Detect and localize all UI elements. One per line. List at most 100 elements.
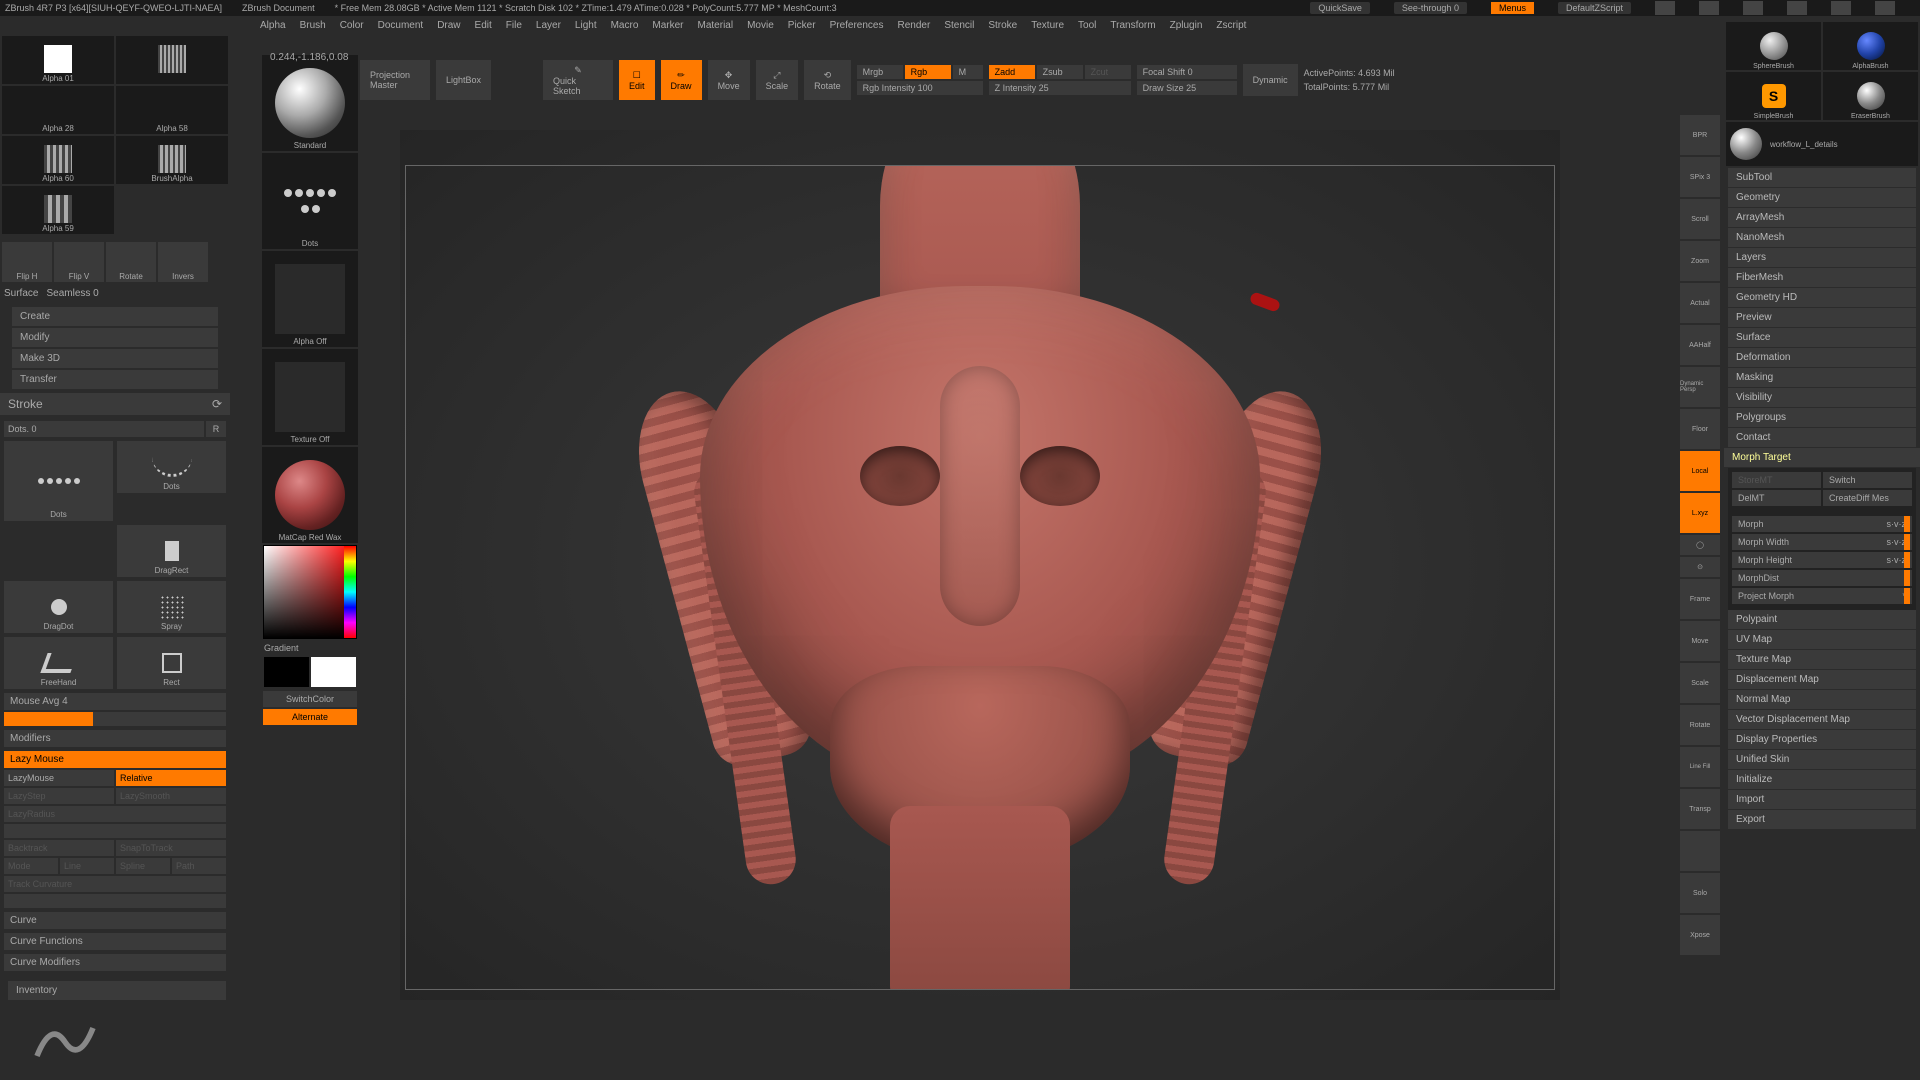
zcut-button[interactable]: Zcut bbox=[1085, 65, 1131, 79]
alpha-swatch[interactable]: Alpha 01 bbox=[2, 36, 114, 84]
menu-item[interactable]: Render bbox=[898, 20, 931, 31]
scroll-button[interactable]: Scroll bbox=[1680, 199, 1720, 239]
zadd-button[interactable]: Zadd bbox=[989, 65, 1035, 79]
window-icon[interactable] bbox=[1699, 1, 1719, 15]
menu-item[interactable]: File bbox=[506, 20, 522, 31]
modify-menu[interactable]: Modify bbox=[12, 328, 218, 347]
spline-button[interactable]: Spline bbox=[116, 858, 170, 874]
panel-item-geometry-hd[interactable]: Geometry HD bbox=[1728, 288, 1916, 307]
actual-button[interactable]: Actual bbox=[1680, 283, 1720, 323]
panel-item-arraymesh[interactable]: ArrayMesh bbox=[1728, 208, 1916, 227]
panel-item-polygroups[interactable]: Polygroups bbox=[1728, 408, 1916, 427]
menu-item[interactable]: Color bbox=[340, 20, 364, 31]
make3d-menu[interactable]: Make 3D bbox=[12, 349, 218, 368]
viewport[interactable] bbox=[405, 165, 1555, 990]
menu-item[interactable]: Zscript bbox=[1216, 20, 1246, 31]
backtrack-button[interactable]: Backtrack bbox=[4, 840, 114, 856]
surface-label[interactable]: Surface bbox=[4, 288, 38, 299]
tool-eraserbrush[interactable]: EraserBrush bbox=[1823, 72, 1918, 120]
line-button[interactable]: Line bbox=[60, 858, 114, 874]
alpha-swatch[interactable]: BrushAlpha bbox=[116, 136, 228, 184]
menu-item[interactable]: Texture bbox=[1031, 20, 1064, 31]
curvefns-section[interactable]: Curve Functions bbox=[4, 933, 226, 950]
morph-slider[interactable]: Morphs·v·z bbox=[1732, 516, 1912, 532]
curve-section[interactable]: Curve bbox=[4, 912, 226, 929]
menu-item[interactable]: Layer bbox=[536, 20, 561, 31]
transp-button[interactable]: Transp bbox=[1680, 789, 1720, 829]
creatediff-button[interactable]: CreateDiff Mes bbox=[1823, 490, 1912, 506]
window-icon[interactable] bbox=[1655, 1, 1675, 15]
stroke-dragrect[interactable]: DragRect bbox=[117, 525, 226, 577]
texture-off[interactable]: Texture Off bbox=[262, 349, 358, 445]
stroke-dots[interactable]: Dots bbox=[4, 441, 113, 521]
lazyradius-slider[interactable]: LazyRadius bbox=[4, 806, 226, 822]
solo-button[interactable]: Solo bbox=[1680, 873, 1720, 913]
panel-item-displacement-map[interactable]: Displacement Map bbox=[1728, 670, 1916, 689]
zoom-button[interactable]: Zoom bbox=[1680, 241, 1720, 281]
alpha-swatch[interactable] bbox=[116, 36, 228, 84]
inverse-button[interactable]: Invers bbox=[158, 242, 208, 282]
seethrough-slider[interactable]: See-through 0 bbox=[1394, 2, 1467, 14]
flip-h-button[interactable]: Flip H bbox=[2, 242, 52, 282]
alpha-swatch[interactable]: Alpha 28 bbox=[2, 86, 114, 134]
aahalf-button[interactable]: AAHalf bbox=[1680, 325, 1720, 365]
default-zscript[interactable]: DefaultZScript bbox=[1558, 2, 1631, 14]
rotate-button[interactable]: ⟲Rotate bbox=[804, 60, 851, 100]
rotate-button[interactable]: Rotate bbox=[1680, 705, 1720, 745]
quicksave-button[interactable]: QuickSave bbox=[1310, 2, 1370, 14]
maximize-icon[interactable] bbox=[1831, 1, 1851, 15]
morphdist-slider[interactable]: MorphDist bbox=[1732, 570, 1912, 586]
color-swatch-white[interactable] bbox=[311, 657, 356, 687]
panel-item-layers[interactable]: Layers bbox=[1728, 248, 1916, 267]
ghost-button[interactable] bbox=[1680, 831, 1720, 871]
minimize-icon[interactable] bbox=[1787, 1, 1807, 15]
delmt-button[interactable]: DelMT bbox=[1732, 490, 1821, 506]
rgb-intensity-slider[interactable]: Rgb Intensity 100 bbox=[857, 81, 983, 95]
draw-size-slider[interactable]: Draw Size 25 bbox=[1137, 81, 1237, 95]
scale-button[interactable]: ⤢Scale bbox=[756, 60, 799, 100]
panel-item-initialize[interactable]: Initialize bbox=[1728, 770, 1916, 789]
scale-button[interactable]: Scale bbox=[1680, 663, 1720, 703]
create-menu[interactable]: Create bbox=[12, 307, 218, 326]
linefill-button[interactable]: Line Fill bbox=[1680, 747, 1720, 787]
frame-button[interactable]: Frame bbox=[1680, 579, 1720, 619]
sculpt-mesh[interactable] bbox=[580, 165, 1380, 986]
panel-item-visibility[interactable]: Visibility bbox=[1728, 388, 1916, 407]
window-icon[interactable] bbox=[1743, 1, 1763, 15]
local-button[interactable]: Local bbox=[1680, 451, 1720, 491]
spix-slider[interactable]: SPix 3 bbox=[1680, 157, 1720, 197]
z-intensity-slider[interactable]: Z Intensity 25 bbox=[989, 81, 1131, 95]
tool-simplebrush[interactable]: SSimpleBrush bbox=[1726, 72, 1821, 120]
panel-item-subtool[interactable]: SubTool bbox=[1728, 168, 1916, 187]
alpha-off[interactable]: Alpha Off bbox=[262, 251, 358, 347]
tool-alphabrush[interactable]: AlphaBrush bbox=[1823, 22, 1918, 70]
menu-item[interactable]: Stencil bbox=[944, 20, 974, 31]
panel-item-uv-map[interactable]: UV Map bbox=[1728, 630, 1916, 649]
lazystep-button[interactable]: LazyStep bbox=[4, 788, 114, 804]
panel-item-contact[interactable]: Contact bbox=[1728, 428, 1916, 447]
move-button[interactable]: ✥Move bbox=[708, 60, 750, 100]
circle-icon[interactable]: ◯ bbox=[1680, 535, 1720, 555]
switchcolor-button[interactable]: SwitchColor bbox=[263, 691, 357, 707]
morphtarget-header[interactable]: Morph Target bbox=[1724, 448, 1920, 467]
panel-item-polypaint[interactable]: Polypaint bbox=[1728, 610, 1916, 629]
stroke-freehand[interactable]: FreeHand bbox=[4, 637, 113, 689]
close-icon[interactable] bbox=[1875, 1, 1895, 15]
menu-item[interactable]: Document bbox=[378, 20, 424, 31]
move-button[interactable]: Move bbox=[1680, 621, 1720, 661]
storemt-button[interactable]: StoreMT bbox=[1732, 472, 1821, 488]
r-button[interactable]: R bbox=[206, 421, 226, 437]
stroke-dots[interactable]: Dots bbox=[117, 441, 226, 493]
gradient-label[interactable]: Gradient bbox=[262, 641, 358, 655]
alternate-button[interactable]: Alternate bbox=[263, 709, 357, 725]
morphwidth-slider[interactable]: Morph Widths·v·z bbox=[1732, 534, 1912, 550]
xyz-button[interactable]: L.xyz bbox=[1680, 493, 1720, 533]
lazysmooth-button[interactable]: LazySmooth bbox=[116, 788, 226, 804]
panel-item-import[interactable]: Import bbox=[1728, 790, 1916, 809]
seamless-slider[interactable]: Seamless 0 bbox=[46, 288, 98, 299]
panel-item-preview[interactable]: Preview bbox=[1728, 308, 1916, 327]
panel-item-unified-skin[interactable]: Unified Skin bbox=[1728, 750, 1916, 769]
panel-item-texture-map[interactable]: Texture Map bbox=[1728, 650, 1916, 669]
lazymouse-toggle[interactable]: LazyMouse bbox=[4, 770, 114, 786]
lens-icon[interactable]: ⊙ bbox=[1680, 557, 1720, 577]
